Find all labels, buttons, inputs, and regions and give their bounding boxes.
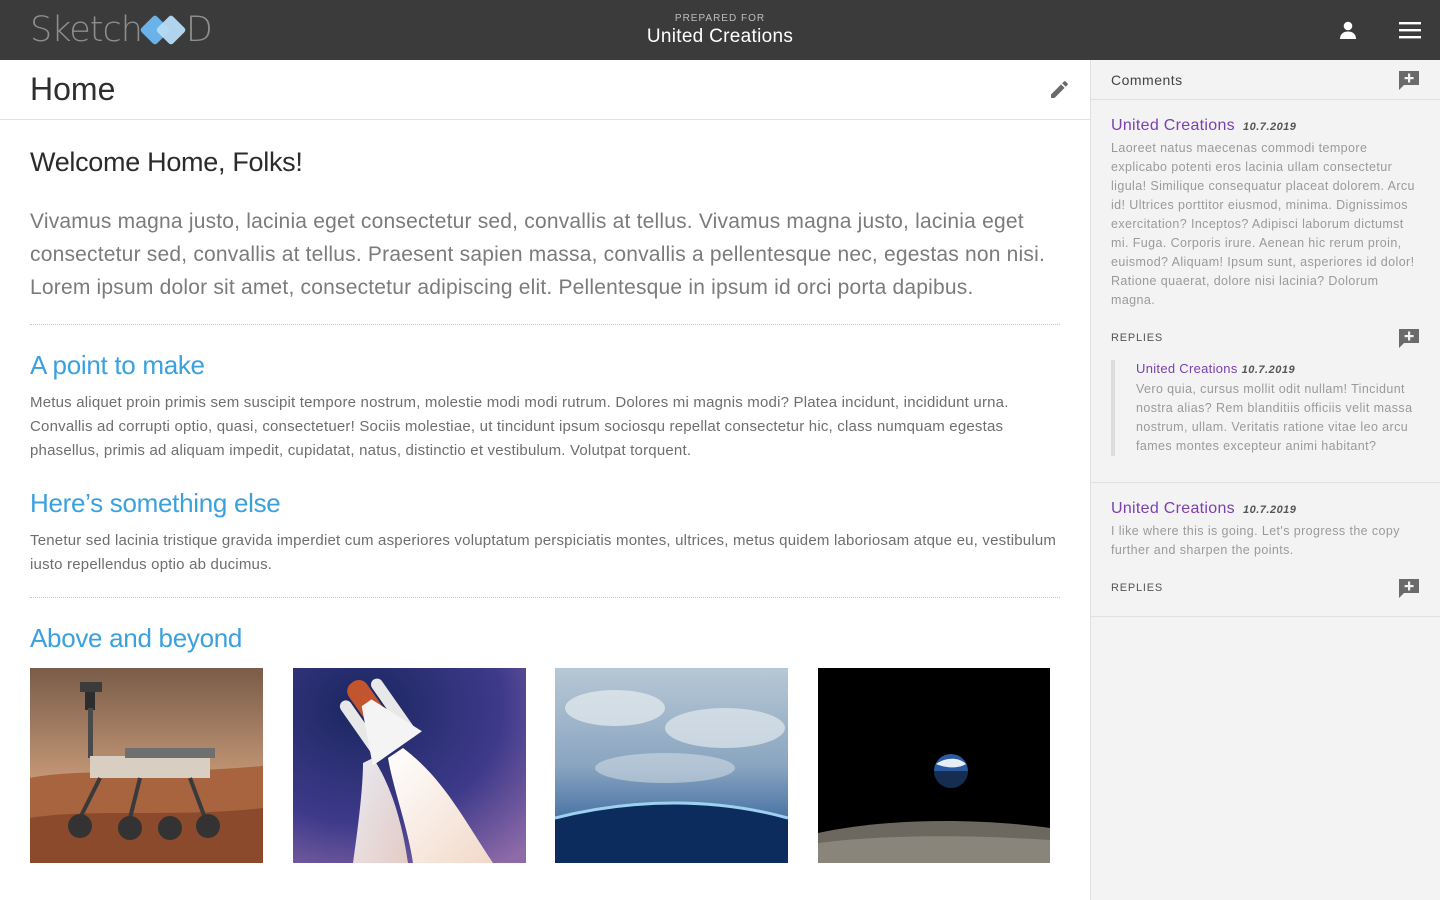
section-text: Metus aliquet proin primis sem suscipit … xyxy=(30,394,1009,459)
earth-from-orbit-photo[interactable] xyxy=(555,668,788,863)
reply-date: 10.7.2019 xyxy=(1241,364,1296,376)
divider xyxy=(30,597,1060,598)
space-shuttle-launch-photo[interactable] xyxy=(293,668,526,863)
comment-meta: United Creations 10.7.2019 xyxy=(1111,500,1420,518)
comments-title: Comments xyxy=(1111,72,1183,88)
reply-meta: United Creations 10.7.2019 xyxy=(1136,360,1420,378)
replies-label: REPLIES xyxy=(1111,582,1164,594)
replies-row: REPLIES xyxy=(1111,328,1420,348)
comment-date: 10.7.2019 xyxy=(1242,121,1297,133)
user-icon[interactable] xyxy=(1338,20,1358,40)
replies-row: REPLIES xyxy=(1111,578,1420,598)
replies-label: REPLIES xyxy=(1111,332,1164,344)
logo-gem-icon xyxy=(139,14,187,46)
page-header: Home xyxy=(0,60,1090,120)
comment-text: I like where this is going. Let's progre… xyxy=(1111,524,1400,557)
comment: United Creations 10.7.2019 Laoreet natus … xyxy=(1091,100,1440,483)
hamburger-menu-icon[interactable] xyxy=(1399,20,1421,40)
page-content: Welcome Home, Folks! Vivamus magna justo… xyxy=(0,147,1090,868)
lead-paragraph: Vivamus magna justo, lacinia eget consec… xyxy=(30,210,1045,299)
add-comment-icon[interactable] xyxy=(1398,70,1420,90)
gallery-heading: Above and beyond xyxy=(30,623,243,653)
page-title: Home xyxy=(30,71,116,107)
prepared-for-label: PREPARED FOR xyxy=(674,13,766,24)
prepared-for-block: PREPARED FOR United Creations xyxy=(560,13,880,48)
logo-text-left: Sketch xyxy=(30,10,143,50)
comment-author[interactable]: United Creations xyxy=(1111,500,1235,517)
section-heading: Here’s something else xyxy=(30,488,281,518)
add-reply-icon[interactable] xyxy=(1398,578,1420,598)
top-bar: Sketch D PREPARED FOR United Creations xyxy=(0,0,1440,60)
comment-text: Laoreet natus maecenas commodi tempore e… xyxy=(1111,141,1415,307)
sketchpad-logo[interactable]: Sketch D xyxy=(30,10,213,50)
logo-text-right: D xyxy=(185,10,213,50)
divider xyxy=(30,324,1060,325)
main-panel: Home Welcome Home, Folks! Vivamus magna … xyxy=(0,60,1090,900)
client-name: United Creations xyxy=(646,26,794,47)
section-text: Tenetur sed lacinia tristique gravida im… xyxy=(30,532,1057,573)
reply: United Creations 10.7.2019 Vero quia, cur… xyxy=(1111,360,1420,456)
earthrise-photo[interactable] xyxy=(818,668,1050,863)
welcome-heading: Welcome Home, Folks! xyxy=(30,147,303,177)
comments-header: Comments xyxy=(1091,60,1440,100)
image-gallery xyxy=(30,668,1060,868)
add-reply-icon[interactable] xyxy=(1398,328,1420,348)
comment-author[interactable]: United Creations xyxy=(1111,117,1235,134)
comments-sidebar: Comments United Creations 10.7.2019 Laore… xyxy=(1090,60,1440,900)
comment-date: 10.7.2019 xyxy=(1242,504,1297,516)
mars-rover-photo[interactable] xyxy=(30,668,263,863)
reply-author[interactable]: United Creations xyxy=(1136,361,1238,376)
section-heading: A point to make xyxy=(30,350,205,380)
pencil-icon[interactable] xyxy=(1048,79,1070,101)
comment-meta: United Creations 10.7.2019 xyxy=(1111,117,1420,135)
reply-text: Vero quia, cursus mollit odit nullam! Ti… xyxy=(1136,382,1413,453)
comment: United Creations 10.7.2019 I like where t… xyxy=(1091,483,1440,617)
